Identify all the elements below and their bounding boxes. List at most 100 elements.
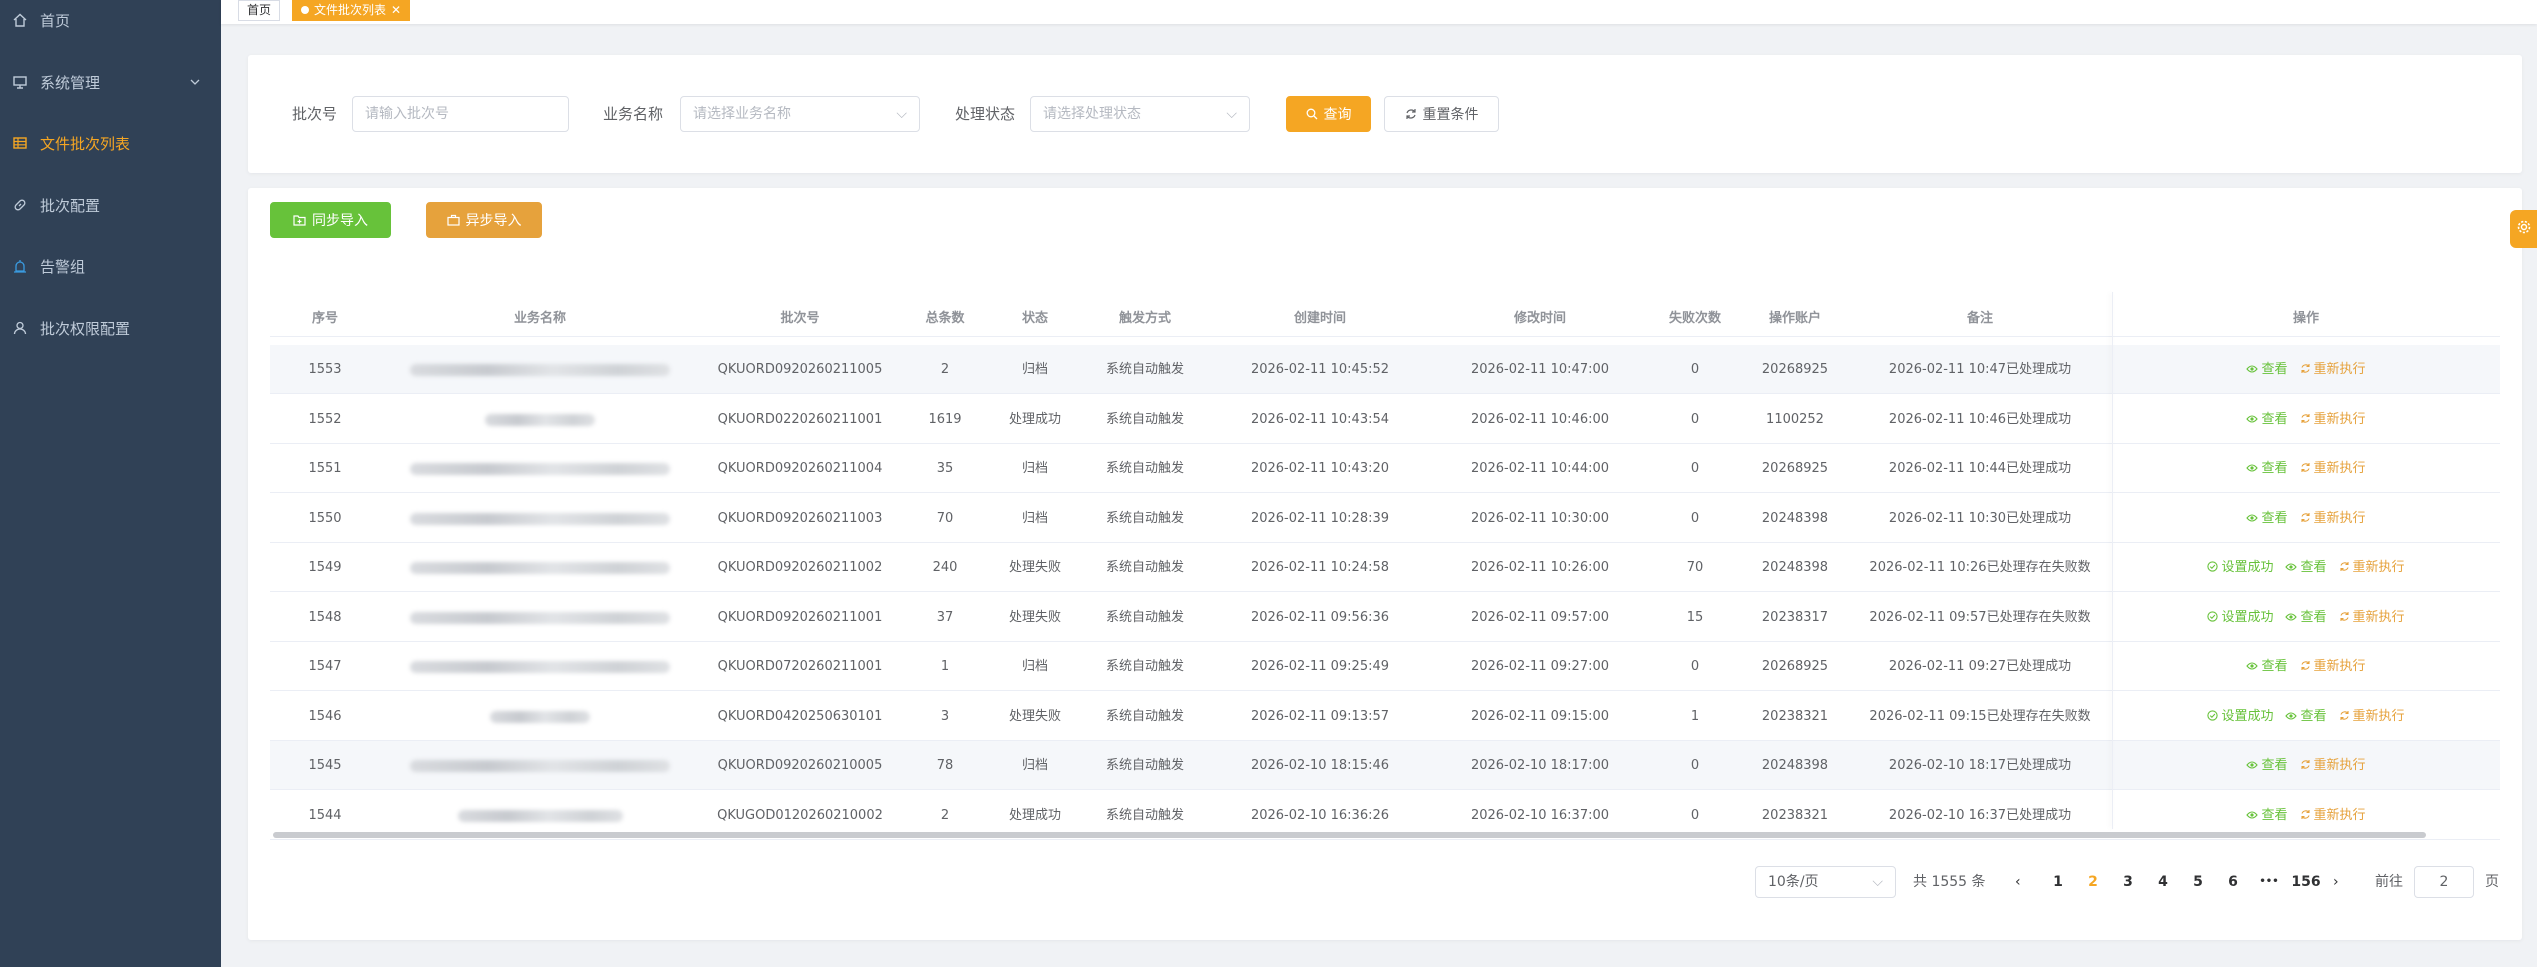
- set-success-button[interactable]: 设置成功: [2207, 709, 2273, 724]
- page-number[interactable]: 3: [2113, 866, 2143, 898]
- rerun-button[interactable]: 重新执行: [2300, 511, 2366, 526]
- status-cell: 处理失败: [1008, 609, 1061, 625]
- sidebar-item-label: 告警组: [40, 257, 86, 276]
- refresh-icon: [2300, 512, 2311, 527]
- view-button[interactable]: 查看: [2246, 411, 2288, 427]
- sidebar-item-file-batch-list[interactable]: 文件批次列表: [0, 123, 221, 163]
- sidebar-item-label: 文件批次列表: [40, 134, 131, 153]
- operations-cell: 查看 重新执行: [2112, 642, 2500, 691]
- business-name-label: 业务名称: [603, 105, 664, 123]
- business-name-placeholder: 请选择业务名称: [693, 106, 791, 122]
- check-circle-icon: [2207, 709, 2219, 725]
- operations-cell: 查看 重新执行: [2112, 444, 2500, 493]
- page-number[interactable]: 2: [2078, 866, 2108, 898]
- horizontal-scrollbar[interactable]: [273, 832, 2426, 838]
- refresh-icon: [2300, 660, 2311, 675]
- sidebar-item-batch-permission[interactable]: 批次权限配置: [0, 308, 221, 348]
- set-success-button[interactable]: 设置成功: [2207, 610, 2273, 625]
- column-header: 修改时间: [1513, 311, 1566, 326]
- trigger-cell: 系统自动触发: [1105, 411, 1184, 427]
- refresh-icon: [1405, 108, 1417, 120]
- view-button[interactable]: 查看: [2246, 659, 2288, 674]
- sidebar-item-home[interactable]: 首页: [0, 0, 221, 40]
- rerun-button[interactable]: 重新执行: [2339, 560, 2405, 575]
- reset-button[interactable]: 重置条件: [1384, 96, 1499, 132]
- prev-page-button[interactable]: ‹: [2015, 866, 2021, 898]
- table-row[interactable]: 1547 QKUORD0720260211001 1 归档 系统自动触发 2026-02-…: [270, 642, 2500, 691]
- page-number-last[interactable]: 156: [2289, 866, 2323, 898]
- tag-home[interactable]: 首页: [238, 0, 281, 21]
- close-icon[interactable]: ✕: [391, 3, 401, 17]
- table-row[interactable]: 1545 QKUORD0920260210005 78 归档 系统自动触发 2026-02…: [270, 741, 2500, 790]
- table-row[interactable]: 1548 QKUORD0920260211001 37 处理失败 系统自动触发 2026-…: [270, 593, 2500, 642]
- sidebar-item-system[interactable]: 系统管理: [0, 62, 221, 102]
- page-size-select[interactable]: 10条/页 ⌵: [1755, 866, 1896, 898]
- created-time-cell: 2026-02-10 18:15:46: [1250, 758, 1390, 773]
- async-import-button[interactable]: 异步导入: [426, 202, 542, 238]
- tag-file-batch-list[interactable]: 文件批次列表 ✕: [292, 0, 411, 21]
- sidebar: 首页 系统管理 文件批次列表 批次配置 告警组 批次权限配置: [0, 0, 221, 967]
- view-button[interactable]: 查看: [2285, 560, 2327, 575]
- business-name-select[interactable]: 请选择业务名称 ⌵: [680, 96, 920, 132]
- table-row[interactable]: 1552 QKUORD0220260211001 1619 处理成功 系统自动触发 202…: [270, 395, 2500, 444]
- op-label: 重新执行: [2352, 560, 2405, 575]
- table-row[interactable]: 1549 QKUORD0920260211002 240 处理失败 系统自动触发 2026…: [270, 543, 2500, 592]
- total-cell: 2: [940, 362, 950, 377]
- view-button[interactable]: 查看: [2246, 461, 2288, 476]
- view-button[interactable]: 查看: [2285, 610, 2327, 625]
- refresh-icon: [2300, 759, 2311, 774]
- query-button[interactable]: 查询: [1286, 96, 1371, 132]
- set-success-button[interactable]: 设置成功: [2207, 560, 2273, 575]
- business-name-cell: [380, 444, 700, 493]
- page-number[interactable]: 1: [2043, 866, 2073, 898]
- operations-cell: 设置成功 查看 重新执行: [2112, 543, 2500, 592]
- goto-page-input[interactable]: 2: [2414, 866, 2474, 898]
- sync-import-button[interactable]: 同步导入: [270, 202, 391, 238]
- page-number[interactable]: 4: [2148, 866, 2178, 898]
- home-icon: [12, 12, 28, 28]
- fail-count-cell: 0: [1690, 510, 1700, 526]
- more-pages-icon[interactable]: •••: [2254, 866, 2284, 898]
- view-button[interactable]: 查看: [2285, 708, 2327, 724]
- redacted-business-name: [410, 611, 670, 624]
- rerun-button[interactable]: 重新执行: [2300, 808, 2366, 823]
- refresh-icon: [2300, 462, 2311, 477]
- account-cell: 20268925: [1761, 362, 1829, 377]
- status-select[interactable]: 请选择处理状态 ⌵: [1030, 96, 1250, 132]
- page-number[interactable]: 6: [2218, 866, 2248, 898]
- rerun-button[interactable]: 重新执行: [2300, 758, 2366, 773]
- view-button[interactable]: 查看: [2246, 758, 2288, 773]
- table-row[interactable]: 1550 QKUORD0920260211003 70 归档 系统自动触发 2026-02…: [270, 494, 2500, 543]
- rerun-button[interactable]: 重新执行: [2300, 461, 2366, 476]
- rerun-button[interactable]: 重新执行: [2300, 362, 2366, 377]
- fixed-column-divider: [2112, 292, 2113, 829]
- account-cell: 20248398: [1761, 560, 1829, 575]
- view-button[interactable]: 查看: [2246, 362, 2288, 377]
- table-row[interactable]: 1546 QKUORD0420250630101 3 处理失败 系统自动触发 2026-0…: [270, 692, 2500, 741]
- op-label: 查看: [2261, 411, 2288, 427]
- batch-no-input[interactable]: 请输入批次号: [352, 96, 569, 132]
- rerun-button[interactable]: 重新执行: [2339, 610, 2405, 625]
- table-row[interactable]: 1551 QKUORD0920260211004 35 归档 系统自动触发 2026-02…: [270, 444, 2500, 493]
- modified-time-cell: 2026-02-11 09:27:00: [1470, 659, 1610, 674]
- redacted-business-name: [457, 809, 623, 822]
- alarm-icon: [12, 258, 28, 274]
- goto-label: 前往: [2375, 874, 2403, 890]
- rerun-button[interactable]: 重新执行: [2339, 709, 2405, 724]
- view-button[interactable]: 查看: [2246, 511, 2288, 526]
- rerun-button[interactable]: 重新执行: [2300, 659, 2366, 674]
- sidebar-item-label: 首页: [40, 11, 71, 30]
- settings-drawer-toggle[interactable]: [2510, 210, 2537, 248]
- op-label: 查看: [2300, 708, 2327, 724]
- sidebar-item-batch-config[interactable]: 批次配置: [0, 185, 221, 225]
- chevron-down-icon: ⌵: [1872, 874, 1883, 890]
- next-page-button[interactable]: ›: [2333, 866, 2339, 898]
- sidebar-item-alarm-group[interactable]: 告警组: [0, 246, 221, 286]
- view-button[interactable]: 查看: [2246, 808, 2288, 823]
- rerun-button[interactable]: 重新执行: [2300, 412, 2366, 427]
- account-cell: 20248398: [1761, 510, 1829, 526]
- table-row[interactable]: 1553 QKUORD0920260211005 2 归档 系统自动触发 2026-02-…: [270, 345, 2500, 394]
- fail-count-cell: 0: [1690, 461, 1700, 476]
- page-number[interactable]: 5: [2183, 866, 2213, 898]
- seq-cell: 1550: [308, 510, 342, 526]
